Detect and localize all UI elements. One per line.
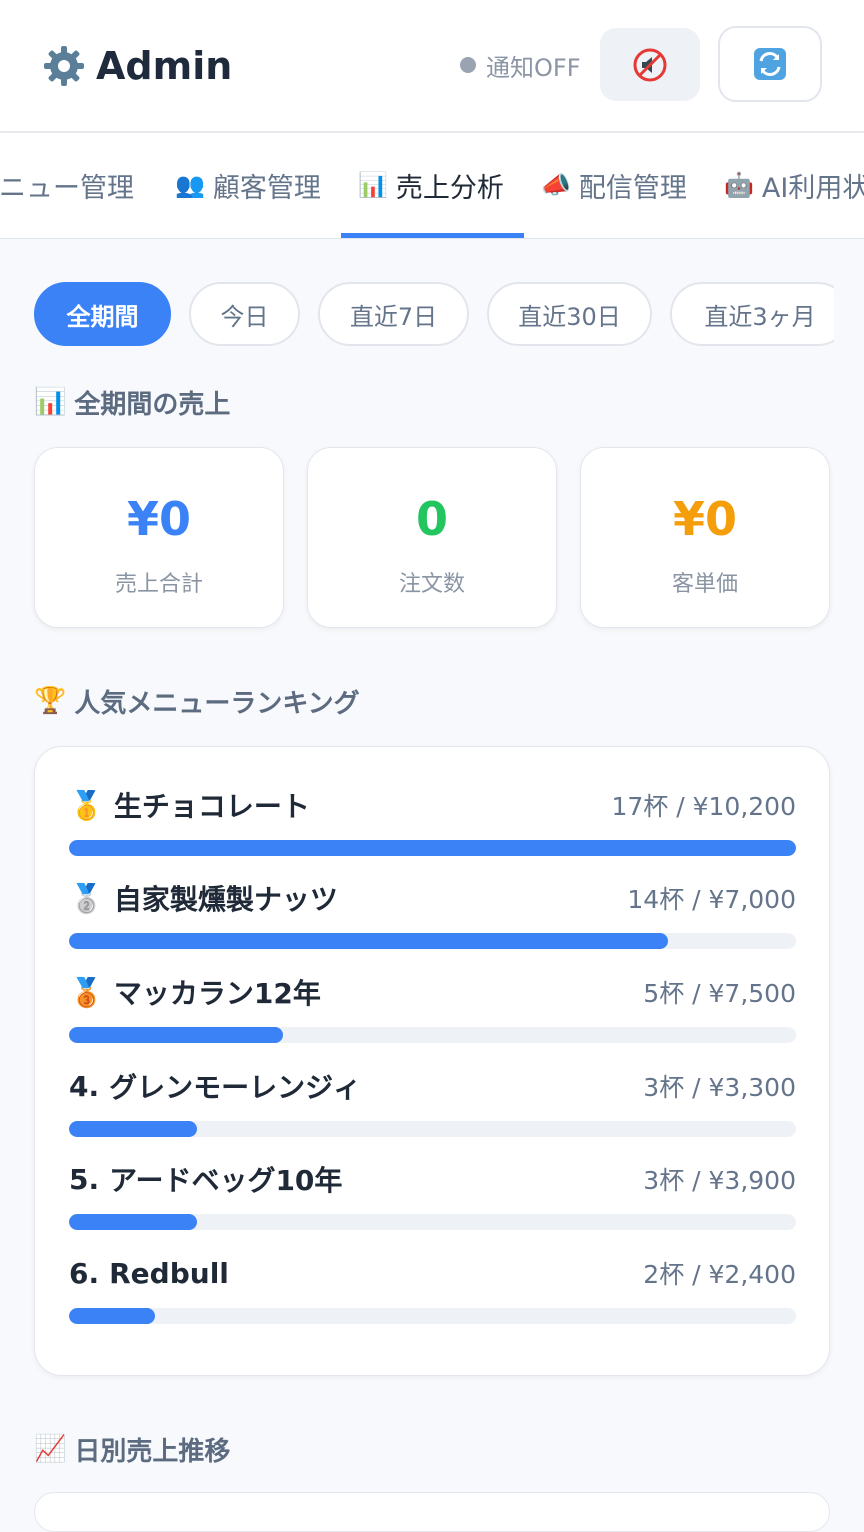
tab-label: 顧客管理 [212, 172, 321, 204]
tab-label: 配信管理 [578, 172, 687, 204]
stat-value: ¥0 [126, 492, 191, 546]
ranking-bar-track [69, 933, 796, 949]
ranking-item-name: 自家製燻製ナッツ [113, 883, 338, 916]
period-7days[interactable]: 直近7日 [318, 282, 469, 346]
gold-medal-icon: 🥇 [69, 788, 104, 822]
app-title: Admin [42, 40, 232, 92]
period-30days[interactable]: 直近30日 [487, 282, 652, 346]
active-tab-indicator [341, 233, 524, 238]
ranking-bar-fill [69, 1121, 198, 1137]
period-all[interactable]: 全期間 [34, 282, 171, 346]
tab-sales-analysis[interactable]: 📊 売上分析 [358, 133, 504, 237]
stat-card-total-sales: ¥0 売上合計 [34, 447, 284, 628]
bronze-medal-icon: 🥉 [69, 975, 104, 1009]
ranking-bar-fill [69, 1027, 283, 1043]
ranking-item-name: Redbull [109, 1256, 229, 1290]
period-today[interactable]: 今日 [189, 282, 300, 346]
ranking-item-stat: 5杯 / ¥7,500 [643, 979, 796, 1008]
app-title-text: Admin [96, 44, 233, 88]
users-icon: 👥 [175, 171, 205, 199]
tab-delivery-management[interactable]: 📣 配信管理 [541, 133, 687, 237]
gear-icon [42, 44, 86, 88]
stat-label: 客単価 [671, 572, 738, 597]
trophy-icon: 🏆 [34, 686, 67, 716]
refresh-button[interactable] [718, 26, 822, 102]
ranking-item-stat: 3杯 / ¥3,900 [643, 1166, 796, 1195]
mute-button[interactable] [600, 28, 700, 101]
rank-number: 6. [69, 1256, 100, 1290]
refresh-icon [754, 48, 786, 80]
ranking-item-stat: 3杯 / ¥3,300 [643, 1073, 796, 1102]
ranking-bar-fill [69, 1214, 198, 1230]
silver-medal-icon: 🥈 [69, 881, 104, 915]
daily-sales-section-title-text: 日別売上推移 [74, 1436, 231, 1467]
robot-icon: 🤖 [724, 171, 754, 199]
tab-label: AI利用状況 [761, 172, 864, 204]
ranking-card: 🥇 生チョコレート 17杯 / ¥10,200 🥈 自家製燻製ナッツ 14杯 /… [34, 746, 830, 1376]
tab-label: メニュー管理 [0, 172, 134, 204]
stat-label: 売上合計 [114, 572, 203, 597]
ranking-item: 6. Redbull 2杯 / ¥2,400 [69, 1253, 796, 1325]
ranking-bar-track [69, 1121, 796, 1137]
sales-section-title-text: 全期間の売上 [74, 389, 231, 420]
tab-customer-management[interactable]: 👥 顧客管理 [175, 133, 321, 237]
period-3months[interactable]: 直近3ヶ月 [670, 282, 834, 346]
tab-menu-management[interactable]: メニュー管理 [0, 133, 134, 237]
megaphone-icon: 📣 [541, 171, 571, 199]
ranking-section-title-text: 人気メニューランキング [74, 688, 360, 719]
stat-card-average-spend: ¥0 客単価 [580, 447, 830, 628]
ranking-item-name: グレンモーレンジィ [109, 1071, 362, 1104]
bar-chart-icon: 📊 [358, 171, 388, 199]
stat-label: 注文数 [398, 572, 465, 597]
tab-bar: メニュー管理 👥 顧客管理 📊 売上分析 📣 配信管理 🤖 AI利用状況 [0, 133, 864, 239]
line-chart-icon: 📈 [34, 1434, 67, 1464]
stat-card-order-count: 0 注文数 [307, 447, 557, 628]
ranking-item: 5. アードベッグ10年 3杯 / ¥3,900 [69, 1159, 796, 1231]
rank-number: 5. [69, 1162, 100, 1196]
daily-sales-chart-card [34, 1492, 830, 1532]
ranking-bar-track [69, 1308, 796, 1324]
ranking-bar-fill [69, 933, 668, 949]
rank-number: 4. [69, 1069, 100, 1103]
tab-ai-usage[interactable]: 🤖 AI利用状況 [724, 133, 864, 237]
ranking-item-name: マッカラン12年 [113, 977, 321, 1010]
bar-chart-icon: 📊 [34, 387, 67, 417]
stat-value: 0 [415, 492, 448, 546]
ranking-item-stat: 14杯 / ¥7,000 [627, 885, 796, 914]
tab-label: 売上分析 [395, 172, 504, 204]
ranking-bar-fill [69, 1308, 155, 1324]
ranking-section-title: 🏆 人気メニューランキング [34, 681, 360, 721]
ranking-item: 🥉 マッカラン12年 5杯 / ¥7,500 [69, 972, 796, 1044]
ranking-item-stat: 2杯 / ¥2,400 [643, 1260, 796, 1289]
ranking-item-name: 生チョコレート [113, 790, 310, 823]
ranking-item-stat: 17杯 / ¥10,200 [611, 792, 796, 821]
status-dot-icon [460, 57, 476, 73]
ranking-bar-track [69, 1027, 796, 1043]
daily-sales-section-title: 📈 日別売上推移 [34, 1429, 230, 1469]
notification-status-text: 通知OFF [486, 53, 581, 82]
ranking-item-name: アードベッグ10年 [109, 1164, 343, 1197]
sales-section-title: 📊 全期間の売上 [34, 382, 230, 422]
ranking-bar-fill [69, 840, 796, 856]
ranking-item: 4. グレンモーレンジィ 3杯 / ¥3,300 [69, 1066, 796, 1138]
ranking-item: 🥈 自家製燻製ナッツ 14杯 / ¥7,000 [69, 878, 796, 950]
ranking-bar-track [69, 1214, 796, 1230]
stat-value: ¥0 [672, 492, 737, 546]
muted-speaker-icon [633, 48, 667, 81]
app-header: Admin 通知OFF [0, 0, 864, 132]
ranking-item: 🥇 生チョコレート 17杯 / ¥10,200 [69, 785, 796, 857]
ranking-bar-track [69, 840, 796, 856]
period-filter: 全期間 今日 直近7日 直近30日 直近3ヶ月 [34, 282, 834, 346]
notification-status: 通知OFF [460, 48, 581, 82]
